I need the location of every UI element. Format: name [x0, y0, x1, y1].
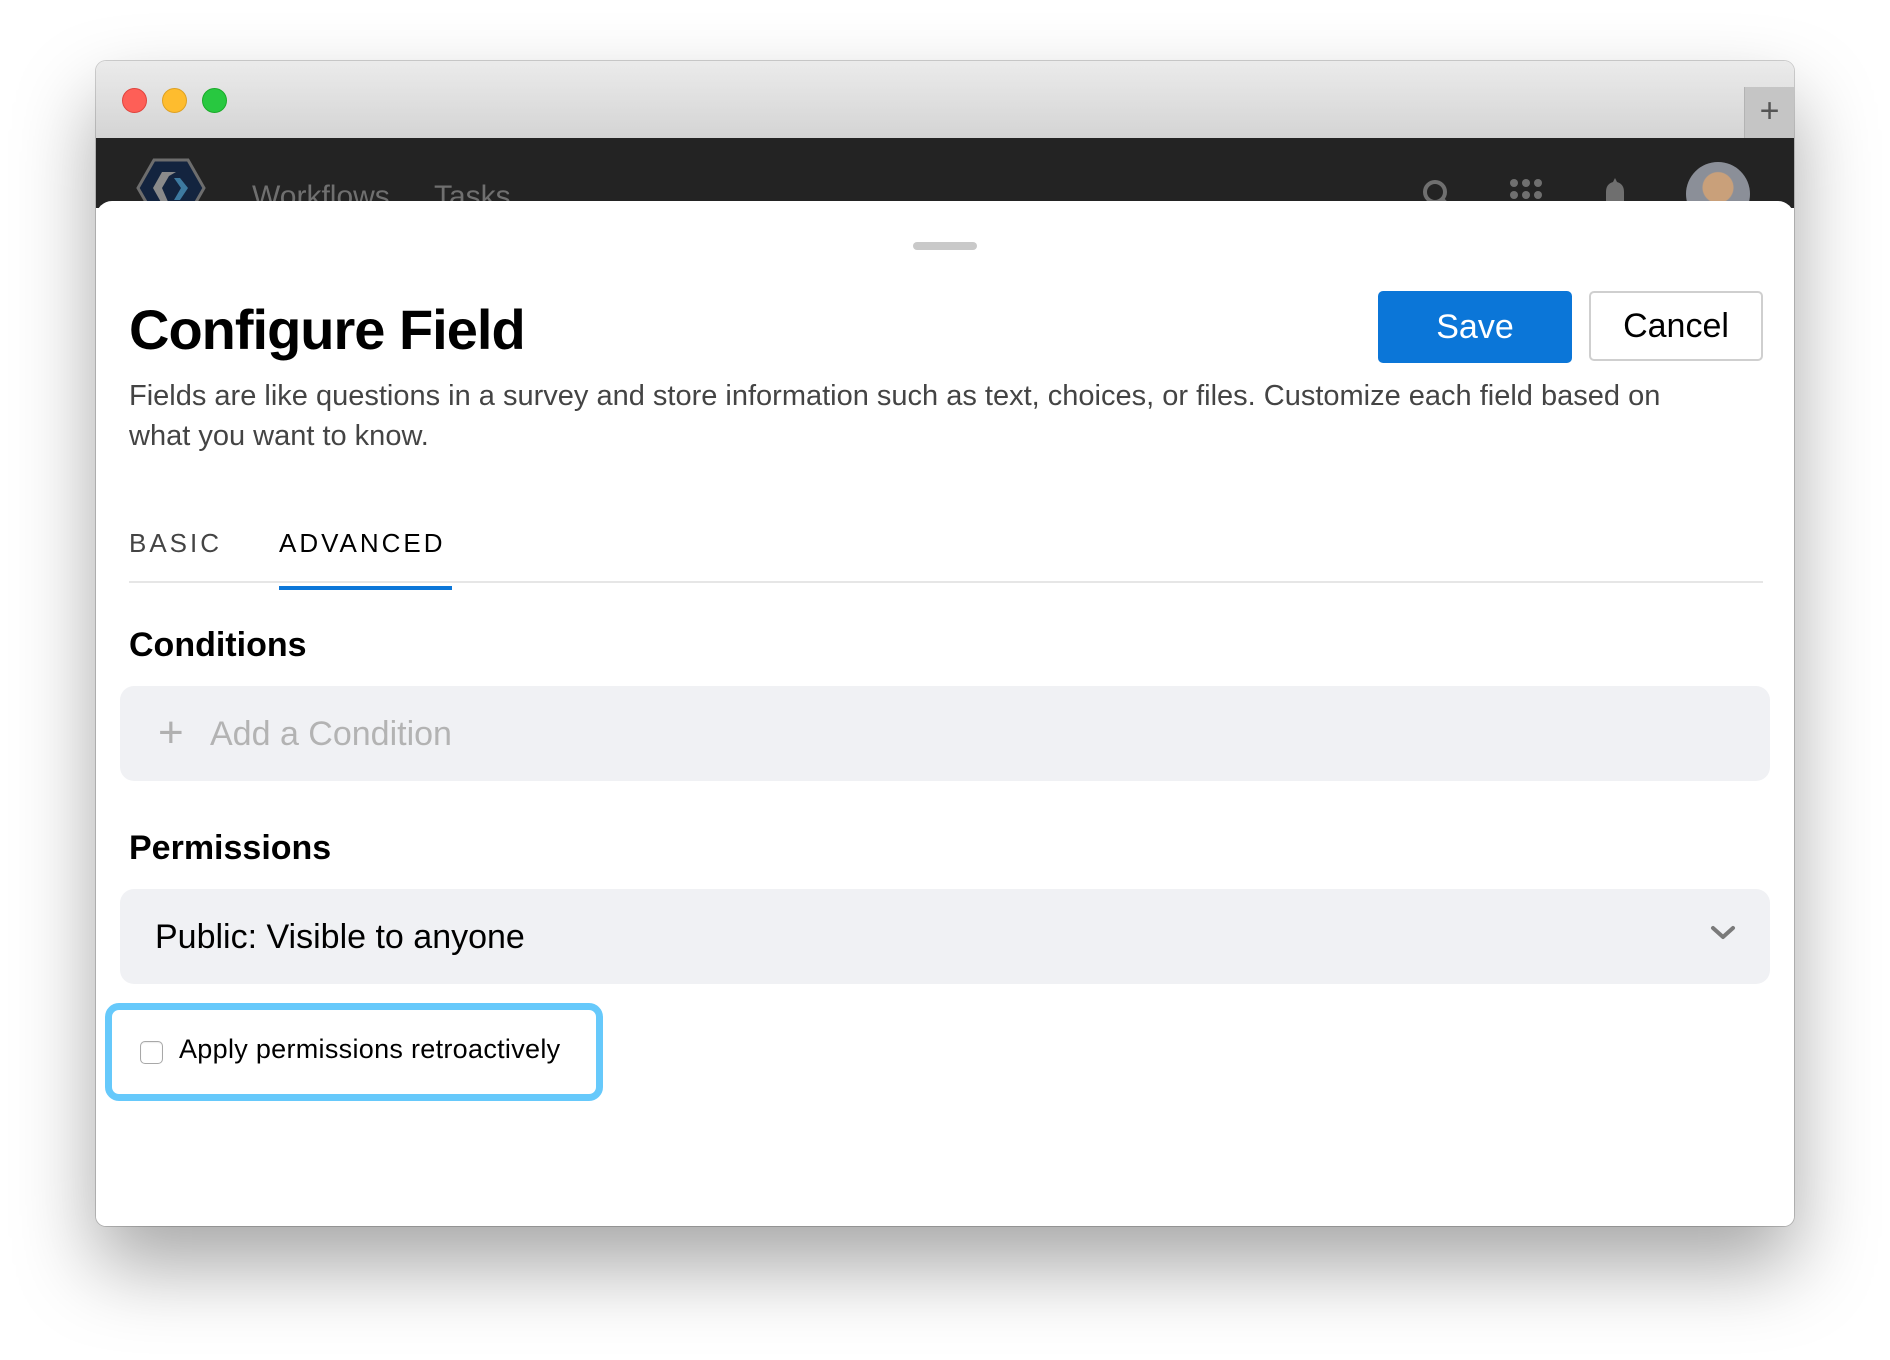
permissions-selected-value: Public: Visible to anyone	[155, 918, 525, 956]
add-condition-button[interactable]: + Add a Condition	[120, 686, 1770, 781]
minimize-window-button[interactable]	[162, 88, 187, 113]
tab-advanced[interactable]: ADVANCED	[279, 528, 452, 590]
app-nav-bar: Workflows Tasks	[96, 138, 1794, 226]
cancel-button[interactable]: Cancel	[1589, 291, 1763, 361]
page-title: Configure Field	[129, 298, 526, 361]
close-window-button[interactable]	[122, 88, 147, 113]
permissions-select[interactable]: Public: Visible to anyone	[120, 889, 1770, 984]
configure-field-sheet: Configure Field Save Cancel Fields are l…	[96, 201, 1794, 1226]
maximize-window-button[interactable]	[202, 88, 227, 113]
page-description: Fields are like questions in a survey an…	[129, 380, 1661, 452]
tab-bar: BASIC ADVANCED	[129, 506, 1763, 590]
apps-grid-icon[interactable]	[1509, 178, 1543, 202]
add-condition-label: Add a Condition	[210, 715, 452, 753]
chevron-down-icon	[1711, 926, 1735, 939]
sheet-drag-handle[interactable]	[913, 242, 977, 250]
new-tab-button[interactable]: +	[1744, 87, 1794, 138]
plus-icon: +	[158, 708, 184, 757]
retroactive-permissions-checkbox[interactable]	[140, 1041, 163, 1064]
title-bar: +	[96, 61, 1794, 139]
conditions-heading: Conditions	[129, 626, 307, 664]
browser-window: + Workflows Tasks Configure Field Save C…	[96, 61, 1794, 1226]
retroactive-permissions-label[interactable]: Apply permissions retroactively	[179, 1034, 560, 1065]
tab-basic[interactable]: BASIC	[129, 528, 222, 587]
permissions-heading: Permissions	[129, 829, 332, 867]
retroactive-permissions-highlight: Apply permissions retroactively	[105, 1003, 603, 1101]
save-button[interactable]: Save	[1378, 291, 1572, 363]
